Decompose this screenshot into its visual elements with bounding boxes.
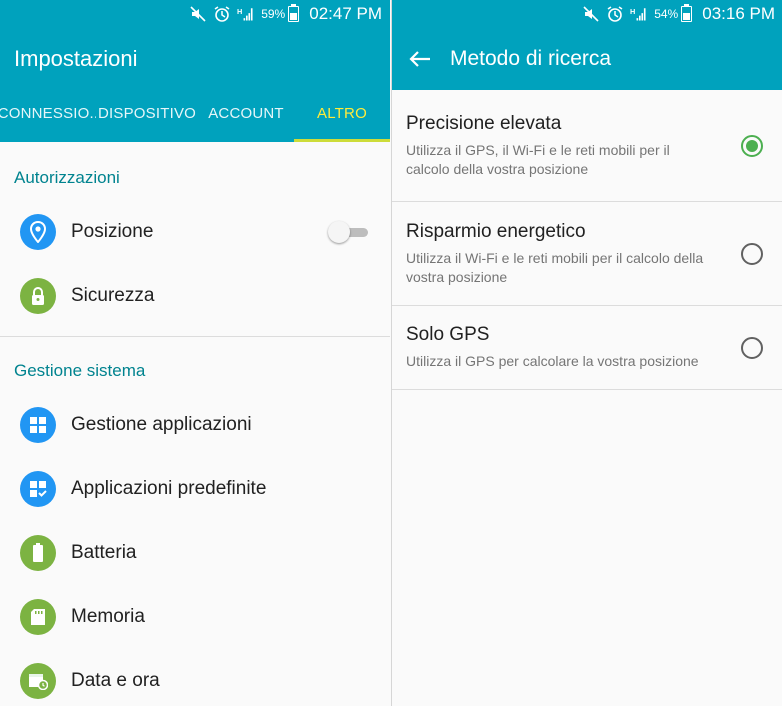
settings-item-sicurezza[interactable]: Sicurezza [0,264,390,328]
alarm-icon [606,5,624,23]
radio-solo-gps[interactable] [741,336,763,359]
settings-item-applicazioni-predefinite[interactable]: Applicazioni predefinite [0,457,390,521]
toggle-thumb [328,221,350,243]
settings-item-label: Sicurezza [71,285,155,306]
option-title: Solo GPS [406,324,490,345]
location-method-screen: H 54% 03:16 PM Metodo di ricerca Precisi… [391,0,782,706]
location-pin-icon [20,214,56,250]
settings-item-batteria[interactable]: Batteria [0,521,390,585]
hspa-signal-icon: H [237,5,255,23]
clock: 03:16 PM [702,4,775,23]
radio-risparmio-energetico[interactable] [741,242,763,265]
back-arrow-icon[interactable] [406,45,434,73]
alarm-icon [213,5,231,23]
settings-item-memoria[interactable]: Memoria [0,585,390,649]
settings-item-label: Data e ora [71,670,160,691]
hspa-signal-icon: H [630,5,648,23]
tab-bar: CONNESSIO.. DISPOSITIVO ACCOUNT ALTRO [0,84,390,142]
option-description-line: Utilizza il Wi-Fi e le reti mobili per i… [406,249,704,266]
settings-item-label: Memoria [71,606,145,627]
settings-item-label: Posizione [71,221,154,242]
option-description: Utilizza il GPS per calcolare la vostra … [406,352,727,371]
page-title: Metodo di ricerca [450,47,612,70]
option-title: Risparmio energetico [406,220,586,242]
mute-icon [189,5,207,23]
status-bar: H 54% 03:16 PM [392,0,782,28]
settings-item-posizione[interactable]: Posizione [0,200,390,264]
mute-icon [582,5,600,23]
section-header-autorizzazioni: Autorizzazioni [14,168,120,187]
settings-item-label: Gestione applicazioni [71,414,252,435]
radio-precisione-elevata[interactable] [741,134,763,157]
lock-icon [20,278,56,314]
settings-screen: H 59% 02:47 PM Impostazioni CONNESSIO.. … [0,0,390,706]
battery-icon [20,535,56,571]
clock: 02:47 PM [309,4,382,23]
option-description-line: vostra posizione [406,268,508,285]
option-risparmio-energetico[interactable]: Risparmio energetico Utilizza il Wi-Fi e… [392,202,782,306]
tab-altro[interactable]: ALTRO [294,84,390,142]
tab-dispositivo[interactable]: DISPOSITIVO [96,84,198,142]
svg-text:H: H [630,7,635,16]
settings-item-gestione-applicazioni[interactable]: Gestione applicazioni [0,393,390,457]
option-description-line: calcolo della vostra posizione [406,160,589,177]
battery-status-icon [288,4,300,22]
battery-percent: 54% [654,7,679,21]
option-description: Utilizza il GPS, il Wi-Fi e le reti mobi… [406,141,727,179]
settings-item-label: Batteria [71,542,137,563]
tab-account[interactable]: ACCOUNT [198,84,294,142]
option-description-line: Utilizza il GPS, il Wi-Fi e le reti mobi… [406,141,670,158]
svg-text:H: H [237,7,242,16]
sd-card-icon [20,599,56,635]
page-title: Impostazioni [14,46,138,71]
option-solo-gps[interactable]: Solo GPS Utilizza il GPS per calcolare l… [392,306,782,390]
settings-item-label: Applicazioni predefinite [71,478,267,499]
calendar-clock-icon [20,663,56,699]
apps-grid-icon [20,407,56,443]
tab-connessioni[interactable]: CONNESSIO.. [0,84,96,142]
app-bar: Impostazioni CONNESSIO.. DISPOSITIVO ACC… [0,28,390,142]
section-header-gestione-sistema: Gestione sistema [14,361,146,380]
battery-percent: 59% [261,7,286,21]
option-description-line: Utilizza il GPS per calcolare la vostra … [406,353,699,369]
default-apps-icon [20,471,56,507]
battery-status-icon [681,4,693,22]
app-bar: Metodo di ricerca [392,28,782,90]
option-description: Utilizza il Wi-Fi e le reti mobili per i… [406,249,727,287]
option-title: Precisione elevata [406,112,562,134]
status-bar: H 59% 02:47 PM [0,0,390,28]
location-toggle[interactable] [328,220,370,244]
settings-item-data-e-ora[interactable]: Data e ora [0,649,390,706]
option-precisione-elevata[interactable]: Precisione elevata Utilizza il GPS, il W… [392,90,782,202]
